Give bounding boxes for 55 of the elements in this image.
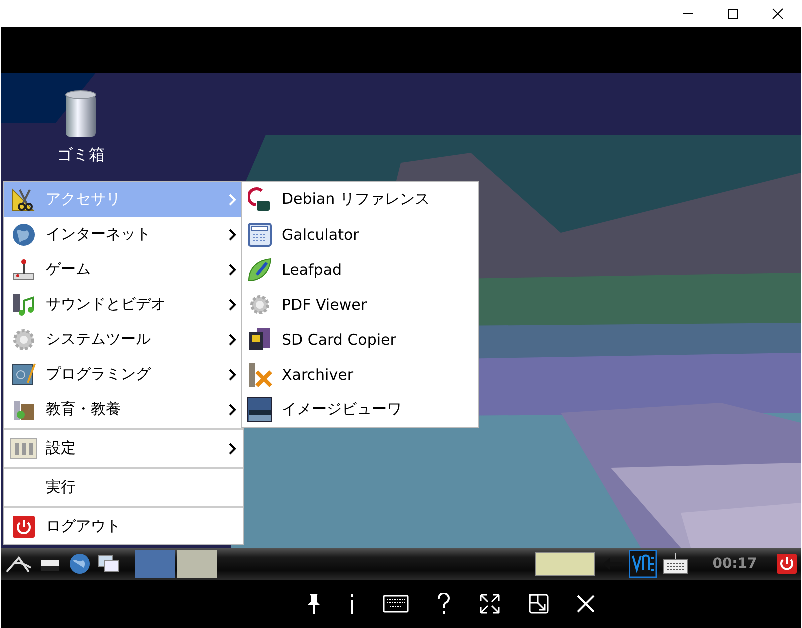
- gear-icon: [12, 328, 36, 352]
- chevron-right-icon: [229, 298, 237, 310]
- menu-item[interactable]: 教育・教養: [4, 392, 243, 427]
- trash-can-icon[interactable]: [63, 89, 99, 139]
- power-icon[interactable]: [777, 554, 797, 574]
- resize-icon[interactable]: [529, 594, 549, 614]
- chevron-right-icon: [229, 442, 237, 454]
- calculator-icon: [248, 222, 272, 246]
- info-icon[interactable]: [349, 593, 355, 615]
- blueprint-icon: [12, 362, 36, 386]
- music-note-icon: [12, 292, 36, 316]
- help-icon[interactable]: [437, 593, 451, 615]
- menu-item[interactable]: Galculator: [242, 217, 478, 252]
- leaf-icon: [247, 256, 273, 282]
- scissors-icon: [12, 188, 36, 212]
- archive-icon: [247, 362, 273, 388]
- image-icon: [247, 396, 273, 422]
- sd-card-icon: [248, 326, 272, 352]
- power-icon: [13, 516, 35, 538]
- switches-icon: [10, 438, 38, 460]
- globe-icon: [12, 222, 36, 246]
- close-icon[interactable]: [772, 8, 784, 20]
- fullscreen-icon[interactable]: [479, 593, 501, 615]
- chevron-right-icon: [229, 228, 237, 240]
- menu-item[interactable]: プログラミング: [4, 357, 243, 392]
- launcher-icon[interactable]: [5, 554, 33, 574]
- menu-item[interactable]: Xarchiver: [242, 357, 478, 392]
- keyboard-icon[interactable]: [663, 552, 689, 576]
- menu-item[interactable]: 実行: [4, 470, 243, 505]
- chevron-right-icon: [229, 194, 237, 206]
- globe-icon[interactable]: [69, 553, 91, 575]
- pin-icon[interactable]: [307, 593, 321, 615]
- menu-item[interactable]: ログアウト: [4, 509, 243, 544]
- menu-item[interactable]: Leafpad: [242, 252, 478, 287]
- chevron-right-icon: [229, 404, 237, 416]
- chevron-right-icon: [229, 334, 237, 346]
- menu-item[interactable]: Debian リファレンス: [242, 182, 478, 217]
- keyboard-icon[interactable]: [383, 595, 409, 613]
- menu-item[interactable]: 設定: [4, 431, 243, 466]
- joystick-icon: [12, 258, 36, 282]
- gear-icon: [248, 292, 272, 316]
- desktop-icon-label[interactable]: ゴミ箱: [57, 145, 105, 166]
- menu-item[interactable]: インターネット: [4, 217, 243, 252]
- windows-icon[interactable]: [97, 554, 121, 574]
- menu-item[interactable]: ゲーム: [4, 252, 243, 287]
- menu-item[interactable]: システムツール: [4, 322, 243, 357]
- menu-item[interactable]: イメージビューワ: [242, 392, 478, 427]
- vnc-icon[interactable]: [629, 550, 657, 578]
- chevron-right-icon: [229, 368, 237, 380]
- maximize-icon[interactable]: [727, 8, 739, 20]
- clock[interactable]: 00:17: [705, 556, 765, 572]
- chevron-right-icon: [229, 264, 237, 276]
- menu-item[interactable]: サウンドとビデオ: [4, 287, 243, 322]
- swirl-icon: [248, 186, 272, 212]
- cpu-monitor: [535, 552, 595, 576]
